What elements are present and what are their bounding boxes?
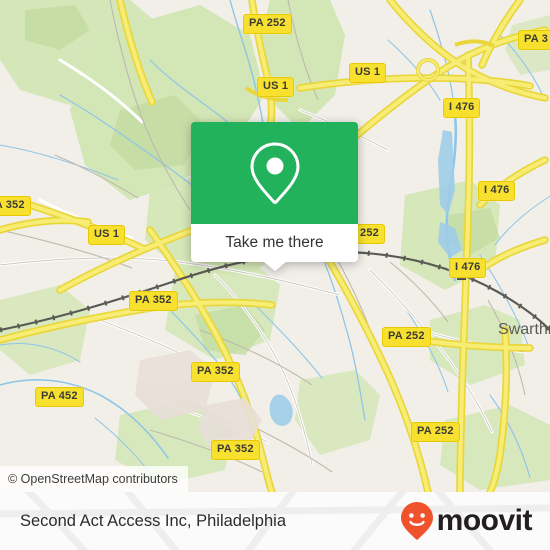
road-shield[interactable]: I 476 xyxy=(443,98,481,118)
moovit-logo[interactable]: moovit xyxy=(399,501,533,541)
road-shield[interactable]: PA 352 xyxy=(0,196,31,216)
road-shield[interactable]: US 1 xyxy=(257,77,295,97)
moovit-pin-icon xyxy=(400,502,433,540)
road-shield[interactable]: 252 xyxy=(354,224,385,244)
road-shield[interactable]: PA 252 xyxy=(411,422,460,442)
map-pin-icon xyxy=(249,142,300,204)
road-shield[interactable]: US 1 xyxy=(349,63,387,83)
road-shield[interactable]: PA 3 xyxy=(518,30,550,50)
popup-header xyxy=(191,122,358,224)
moovit-map-page: PA 252 PA 3 US 1 US 1 I 476 PA 352 I 476… xyxy=(0,0,550,550)
location-popup[interactable]: Take me there xyxy=(191,122,358,271)
location-title: Second Act Access Inc, Philadelphia xyxy=(20,511,286,530)
road-shield[interactable]: I 476 xyxy=(449,258,487,278)
take-me-there-label: Take me there xyxy=(225,234,324,251)
osm-attribution[interactable]: © OpenStreetMap contributors xyxy=(0,466,188,492)
place-label-swarthmore: Swarthmore xyxy=(498,321,550,338)
osm-attribution-text: © OpenStreetMap contributors xyxy=(8,472,178,486)
footer-bar: Second Act Access Inc, Philadelphia moov… xyxy=(0,492,550,550)
map-canvas[interactable]: PA 252 PA 3 US 1 US 1 I 476 PA 352 I 476… xyxy=(0,0,550,492)
road-shield[interactable]: I 476 xyxy=(478,181,516,201)
road-shield[interactable]: US 1 xyxy=(88,225,126,245)
road-shield[interactable]: PA 252 xyxy=(243,14,292,34)
popup-action-bar[interactable]: Take me there xyxy=(191,224,358,271)
road-shield[interactable]: PA 352 xyxy=(191,362,240,382)
road-shield[interactable]: PA 252 xyxy=(382,327,431,347)
road-shield[interactable]: PA 352 xyxy=(129,291,178,311)
moovit-wordmark: moovit xyxy=(436,504,533,537)
popup-tail xyxy=(263,262,286,271)
road-shield[interactable]: PA 452 xyxy=(35,387,84,407)
road-shield[interactable]: PA 352 xyxy=(211,440,260,460)
